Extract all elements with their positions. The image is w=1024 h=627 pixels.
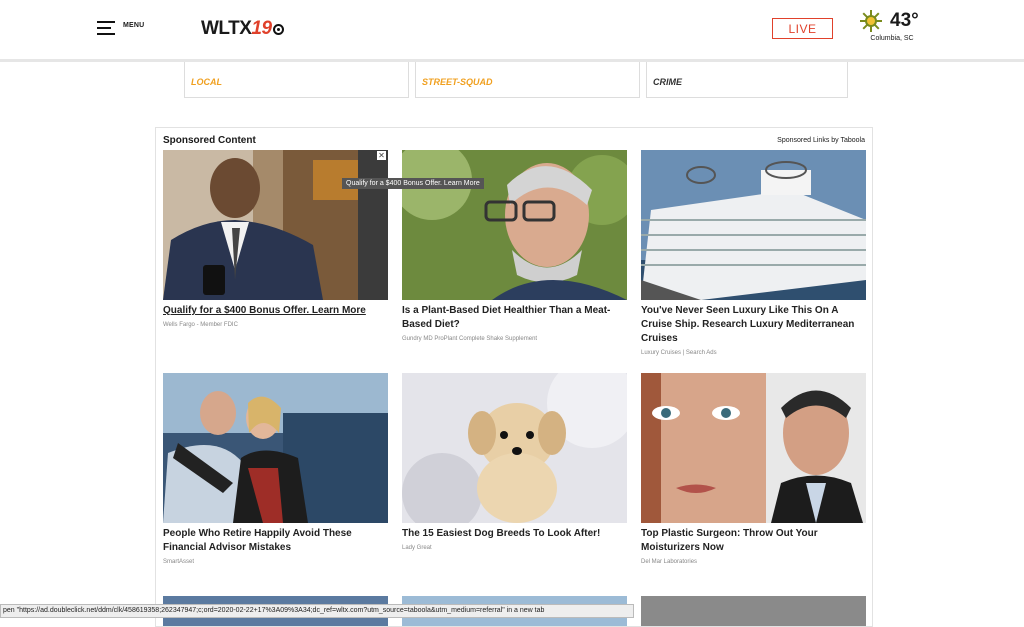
sun-icon <box>860 10 882 32</box>
ad-image-businessman[interactable]: ✕ <box>163 150 388 300</box>
category-card-crime[interactable]: CRIME <box>646 62 848 98</box>
status-bar-url: pen "https://ad.doubleclick.net/ddm/clk/… <box>0 604 634 618</box>
cbs-eye-icon <box>272 23 284 35</box>
taboola-link[interactable]: Sponsored Links by Taboola <box>777 137 865 144</box>
ad-image-puppy[interactable] <box>402 373 627 523</box>
sponsored-item[interactable]: The 15 Easiest Dog Breeds To Look After!… <box>402 373 627 551</box>
category-card-local[interactable]: LOCAL <box>184 62 409 98</box>
ad-image-retired-couple[interactable] <box>163 373 388 523</box>
site-logo[interactable]: WLTX 19 <box>201 18 284 40</box>
sponsored-item[interactable]: Top Plastic Surgeon: Throw Out Your Mois… <box>641 373 866 565</box>
weather-widget[interactable]: 43° Columbia, SC <box>860 10 920 42</box>
ad-source[interactable]: Luxury Cruises | Search Ads <box>641 350 866 356</box>
ad-image-surgeon[interactable] <box>641 373 866 523</box>
ad-source[interactable]: Gundry MD ProPlant Complete Shake Supple… <box>402 336 627 342</box>
live-button[interactable]: LIVE <box>772 18 833 39</box>
ad-source[interactable]: Lady Great <box>402 545 627 551</box>
sponsored-item[interactable]: You've Never Seen Luxury Like This On A … <box>641 150 866 356</box>
ad-headline[interactable]: You've Never Seen Luxury Like This On A … <box>641 304 866 346</box>
menu-label: MENU <box>123 22 145 29</box>
hamburger-icon <box>97 21 115 36</box>
sponsored-title: Sponsored Content <box>163 135 256 146</box>
logo-number: 19 <box>251 18 272 39</box>
weather-city: Columbia, SC <box>870 35 914 42</box>
ad-source[interactable]: Wells Fargo - Member FDIC <box>163 322 388 328</box>
sponsored-item[interactable] <box>641 596 866 626</box>
ad-image-doctor[interactable] <box>402 150 627 300</box>
close-icon[interactable]: ✕ <box>377 151 386 160</box>
sponsored-item[interactable]: People Who Retire Happily Avoid These Fi… <box>163 373 388 565</box>
ad-image[interactable] <box>641 596 866 626</box>
ad-headline[interactable]: Qualify for a $400 Bonus Offer. Learn Mo… <box>163 304 388 318</box>
site-header: MENU WLTX 19 LIVE 43° Columbia, SC <box>0 0 1024 62</box>
sponsored-content: Sponsored Content Sponsored Links by Tab… <box>155 127 873 627</box>
ad-source[interactable]: Del Mar Laboratories <box>641 559 866 565</box>
category-cards: LOCAL STREET-SQUAD CRIME <box>178 62 868 98</box>
ad-headline[interactable]: People Who Retire Happily Avoid These Fi… <box>163 527 388 555</box>
category-card-street-squad[interactable]: STREET-SQUAD <box>415 62 640 98</box>
menu-button[interactable]: MENU <box>97 21 144 36</box>
ad-headline[interactable]: The 15 Easiest Dog Breeds To Look After! <box>402 527 627 541</box>
temperature: 43° <box>890 10 919 31</box>
ad-source[interactable]: SmartAsset <box>163 559 388 565</box>
ad-image-cruise-ship[interactable] <box>641 150 866 300</box>
ad-headline[interactable]: Top Plastic Surgeon: Throw Out Your Mois… <box>641 527 866 555</box>
logo-text: WLTX <box>201 18 252 39</box>
sponsored-item[interactable]: ✕ Qualify for a $400 Bonus Offer. Learn … <box>163 150 388 328</box>
ad-headline[interactable]: Is a Plant-Based Diet Healthier Than a M… <box>402 304 627 332</box>
image-tooltip: Qualify for a $400 Bonus Offer. Learn Mo… <box>342 178 484 189</box>
